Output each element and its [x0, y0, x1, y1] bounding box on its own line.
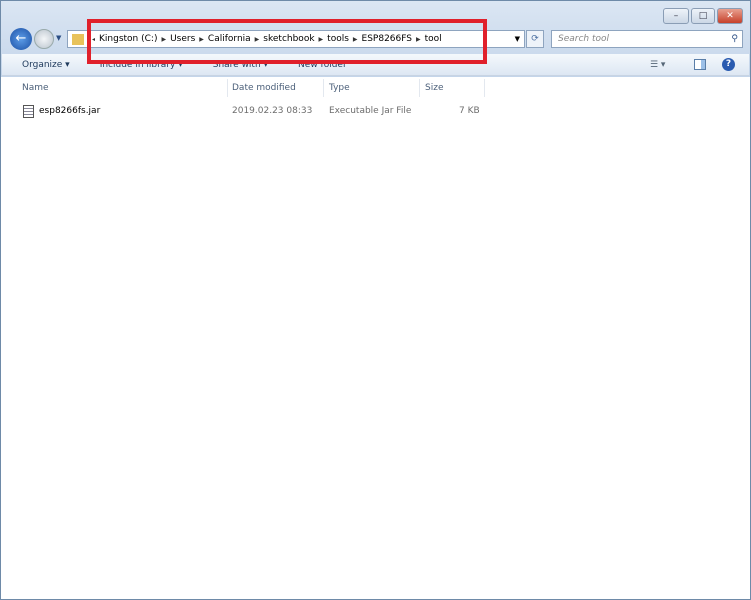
file-name[interactable]: esp8266fs.jar — [39, 106, 100, 116]
forward-button[interactable] — [34, 29, 54, 49]
file-date: 2019.02.23 08:33 — [232, 106, 313, 116]
back-button[interactable]: ← — [10, 28, 32, 50]
column-divider[interactable] — [419, 79, 420, 97]
view-options-icon[interactable]: ☰ ▾ — [650, 60, 665, 70]
close-button[interactable]: ✕ — [717, 8, 743, 24]
address-dropdown-icon[interactable]: ▼ — [515, 35, 520, 43]
preview-pane-icon[interactable] — [694, 59, 706, 70]
column-divider[interactable] — [323, 79, 324, 97]
file-type: Executable Jar File — [329, 106, 412, 116]
column-divider[interactable] — [227, 79, 228, 97]
column-header-size[interactable]: Size — [425, 83, 443, 93]
explorer-window: – □ ✕ ← ▼ ◂ Kingston (C:) ▶ Users ▶ Califo… — [0, 0, 751, 600]
column-header-type[interactable]: Type — [329, 83, 350, 93]
refresh-button[interactable]: ⟳ — [526, 30, 544, 48]
jar-file-icon — [23, 105, 34, 118]
organize-button[interactable]: Organize ▾ — [22, 60, 70, 70]
minimize-button[interactable]: – — [663, 8, 689, 24]
column-divider[interactable] — [484, 79, 485, 97]
maximize-button[interactable]: □ — [691, 8, 715, 24]
file-size: 7 KB — [459, 106, 480, 116]
recent-pages-dropdown[interactable]: ▼ — [56, 34, 61, 42]
column-header-name[interactable]: Name — [22, 83, 49, 93]
search-icon[interactable]: ⚲ — [731, 34, 738, 44]
search-placeholder: Search tool — [558, 34, 610, 44]
search-input[interactable]: Search tool ⚲ — [551, 30, 743, 48]
address-highlight-box — [87, 19, 487, 64]
folder-icon — [72, 33, 84, 45]
help-icon[interactable]: ? — [722, 58, 735, 71]
column-header-date[interactable]: Date modified — [232, 83, 296, 93]
